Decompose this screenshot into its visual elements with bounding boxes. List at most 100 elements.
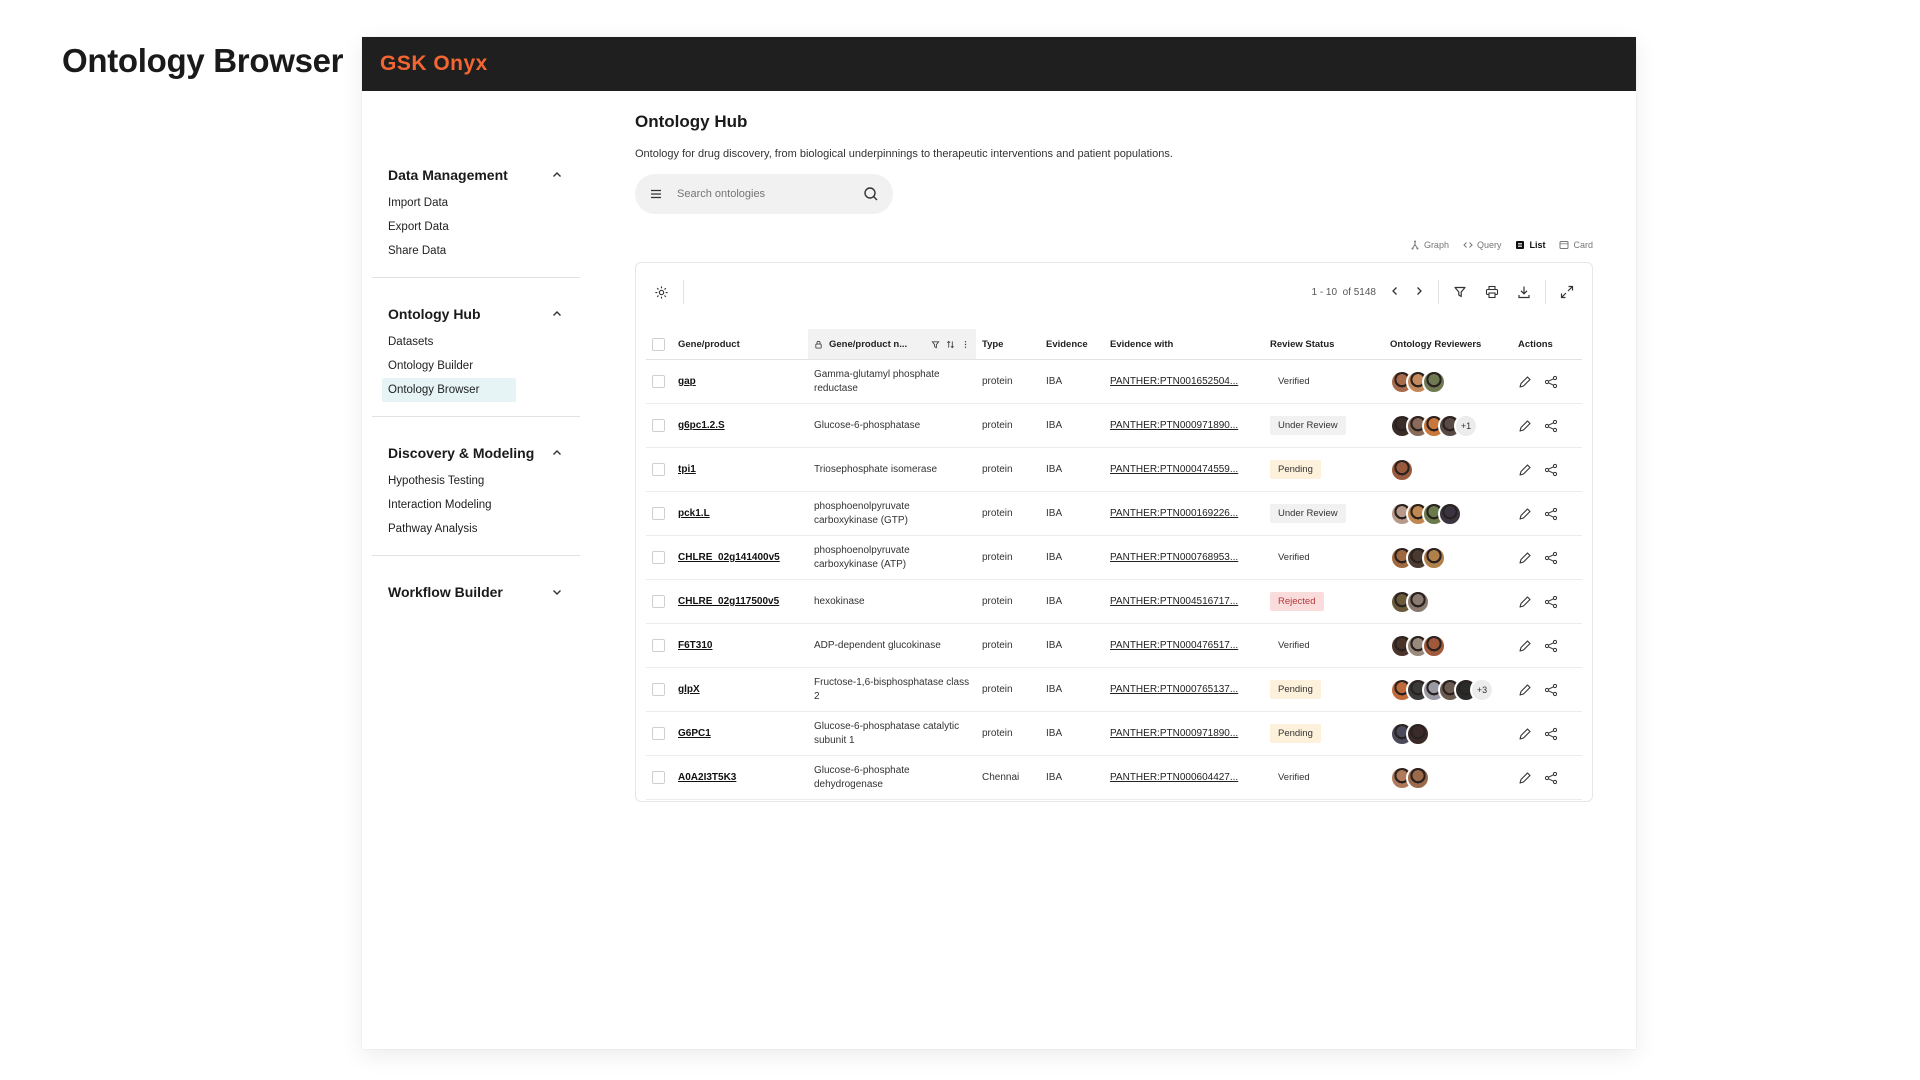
table-row[interactable]: F6T310 ADP-dependent glucokinase protein… xyxy=(646,623,1582,668)
search-icon[interactable] xyxy=(863,186,879,202)
avatar[interactable] xyxy=(1422,369,1446,394)
select-all-checkbox[interactable] xyxy=(652,337,665,351)
avatar[interactable] xyxy=(1422,633,1446,658)
edit-icon[interactable] xyxy=(1518,507,1532,521)
column-header[interactable]: Gene/product xyxy=(672,329,808,360)
gene-link[interactable]: F6T310 xyxy=(678,640,712,651)
column-header-active[interactable]: Gene/product n... xyxy=(808,329,976,360)
gene-link[interactable]: A0A2I3T5K3 xyxy=(678,772,736,783)
edit-icon[interactable] xyxy=(1518,595,1532,609)
sidebar-section-header[interactable]: Discovery & Modeling xyxy=(372,441,580,465)
evidence-with-link[interactable]: PANTHER:PTN000768953... xyxy=(1110,552,1258,563)
table-row[interactable]: A0A2I3T5K3 Glucose-6-phosphate dehydroge… xyxy=(646,755,1582,800)
edit-icon[interactable] xyxy=(1518,419,1532,433)
edit-icon[interactable] xyxy=(1518,551,1532,565)
column-header[interactable]: Evidence xyxy=(1040,329,1104,360)
row-checkbox[interactable] xyxy=(652,595,665,608)
menu-icon[interactable] xyxy=(649,187,663,201)
view-option-card[interactable]: Card xyxy=(1559,240,1593,250)
avatar[interactable] xyxy=(1438,501,1462,526)
chevron-up-icon[interactable] xyxy=(550,168,564,182)
chevron-down-icon[interactable] xyxy=(550,585,564,599)
evidence-with-link[interactable]: PANTHER:PTN001652504... xyxy=(1110,376,1258,387)
share-icon[interactable] xyxy=(1544,419,1558,433)
evidence-with-link[interactable]: PANTHER:PTN000474559... xyxy=(1110,464,1258,475)
sidebar-item[interactable]: Ontology Browser xyxy=(382,378,516,402)
evidence-with-link[interactable]: PANTHER:PTN000169226... xyxy=(1110,508,1258,519)
table-row[interactable]: tpi1 Triosephosphate isomerase protein I… xyxy=(646,447,1582,492)
evidence-with-link[interactable]: PANTHER:PTN004516717... xyxy=(1110,596,1258,607)
edit-icon[interactable] xyxy=(1518,771,1532,785)
gene-link[interactable]: CHLRE_02g141400v5 xyxy=(678,552,780,563)
row-checkbox[interactable] xyxy=(652,507,665,520)
next-page-button[interactable] xyxy=(1414,286,1424,299)
chevron-up-icon[interactable] xyxy=(550,446,564,460)
share-icon[interactable] xyxy=(1544,639,1558,653)
gene-link[interactable]: gap xyxy=(678,376,696,387)
gene-link[interactable]: tpi1 xyxy=(678,464,696,475)
avatar[interactable] xyxy=(1406,765,1430,790)
share-icon[interactable] xyxy=(1544,551,1558,565)
filter-icon[interactable] xyxy=(931,340,940,349)
share-icon[interactable] xyxy=(1544,683,1558,697)
evidence-with-link[interactable]: PANTHER:PTN000971890... xyxy=(1110,420,1258,431)
row-checkbox[interactable] xyxy=(652,419,665,432)
view-option-query[interactable]: Query xyxy=(1463,240,1501,250)
table-row[interactable]: gap Gamma-glutamyl phosphate reductase p… xyxy=(646,359,1582,404)
share-icon[interactable] xyxy=(1544,771,1558,785)
share-icon[interactable] xyxy=(1544,463,1558,477)
row-checkbox[interactable] xyxy=(652,771,665,784)
table-row[interactable]: CHLRE_02g141400v5 phosphoenolpyruvate ca… xyxy=(646,535,1582,580)
row-checkbox[interactable] xyxy=(652,551,665,564)
sidebar-section-header[interactable]: Data Management xyxy=(372,163,580,187)
expand-icon[interactable] xyxy=(1560,285,1574,299)
sidebar-section-header[interactable]: Workflow Builder xyxy=(372,580,580,604)
sidebar-item[interactable]: Share Data xyxy=(372,239,580,263)
brand-logo[interactable]: GSK Onyx xyxy=(380,52,488,76)
table-row[interactable]: glpX Fructose-1,6-bisphosphatase class 2… xyxy=(646,667,1582,712)
sidebar-item[interactable]: Export Data xyxy=(372,215,580,239)
row-checkbox[interactable] xyxy=(652,463,665,476)
gene-link[interactable]: glpX xyxy=(678,684,700,695)
more-reviewers-badge[interactable]: +1 xyxy=(1454,413,1478,438)
row-checkbox[interactable] xyxy=(652,375,665,388)
print-icon[interactable] xyxy=(1485,285,1499,299)
sidebar-item[interactable]: Ontology Builder xyxy=(372,354,580,378)
column-header[interactable]: Ontology Reviewers xyxy=(1384,329,1512,360)
share-icon[interactable] xyxy=(1544,507,1558,521)
table-row[interactable]: CHLRE_02g117500v5 hexokinase protein IBA… xyxy=(646,579,1582,624)
gene-link[interactable]: CHLRE_02g117500v5 xyxy=(678,596,779,607)
column-header[interactable]: Actions xyxy=(1512,329,1582,360)
evidence-with-link[interactable]: PANTHER:PTN000476517... xyxy=(1110,640,1258,651)
share-icon[interactable] xyxy=(1544,595,1558,609)
view-option-graph[interactable]: Graph xyxy=(1410,240,1449,250)
more-vertical-icon[interactable] xyxy=(961,340,970,349)
view-option-list[interactable]: List xyxy=(1515,240,1545,250)
download-icon[interactable] xyxy=(1517,285,1531,299)
sidebar-item[interactable]: Datasets xyxy=(372,330,580,354)
table-row[interactable]: pck1.L phosphoenolpyruvate carboxykinase… xyxy=(646,491,1582,536)
filter-icon[interactable] xyxy=(1453,285,1467,299)
avatar[interactable] xyxy=(1422,545,1446,570)
edit-icon[interactable] xyxy=(1518,463,1532,477)
evidence-with-link[interactable]: PANTHER:PTN000765137... xyxy=(1110,684,1258,695)
gene-link[interactable]: g6pc1.2.S xyxy=(678,420,725,431)
share-icon[interactable] xyxy=(1544,375,1558,389)
sort-icon[interactable] xyxy=(946,340,955,349)
share-icon[interactable] xyxy=(1544,727,1558,741)
avatar[interactable] xyxy=(1406,589,1430,614)
prev-page-button[interactable] xyxy=(1390,286,1400,299)
column-header[interactable]: Type xyxy=(976,329,1040,360)
gear-icon[interactable] xyxy=(654,285,669,300)
sidebar-item[interactable]: Hypothesis Testing xyxy=(372,469,580,493)
sidebar-item[interactable]: Pathway Analysis xyxy=(372,517,580,541)
sidebar-item[interactable]: Import Data xyxy=(372,191,580,215)
table-row[interactable]: G6PC1 Glucose-6-phosphatase catalytic su… xyxy=(646,711,1582,756)
row-checkbox[interactable] xyxy=(652,727,665,740)
table-row[interactable]: g6pc1.2.S Glucose-6-phosphatase protein … xyxy=(646,403,1582,448)
evidence-with-link[interactable]: PANTHER:PTN000971890... xyxy=(1110,728,1258,739)
edit-icon[interactable] xyxy=(1518,375,1532,389)
avatar[interactable] xyxy=(1406,721,1430,746)
row-checkbox[interactable] xyxy=(652,683,665,696)
gene-link[interactable]: G6PC1 xyxy=(678,728,711,739)
